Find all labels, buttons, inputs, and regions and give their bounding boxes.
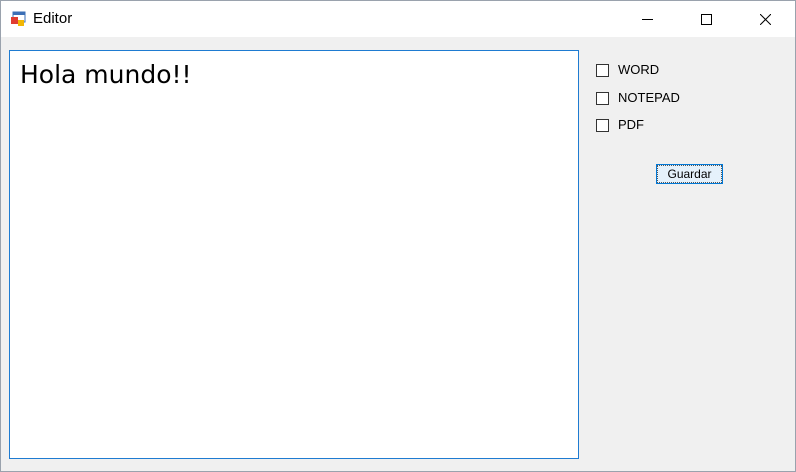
notepad-checkbox[interactable] [596,91,609,105]
pdf-checkbox-label[interactable]: PDF [618,116,644,134]
editor-textarea[interactable]: Hola mundo!! [9,50,579,459]
word-checkbox-label[interactable]: WORD [618,61,659,79]
close-icon [759,13,771,25]
close-button[interactable] [736,1,794,37]
minimize-icon [641,14,653,25]
maximize-icon [700,13,712,25]
pdf-checkbox-option[interactable]: PDF [596,116,644,134]
notepad-checkbox-label[interactable]: NOTEPAD [618,89,680,107]
word-checkbox[interactable] [596,63,609,77]
save-button[interactable]: Guardar [656,164,723,184]
window-title: Editor [33,10,73,27]
editor-window: Editor Hola mundo!! WORD NOTEPAD PDF Gua… [0,0,796,472]
notepad-checkbox-option[interactable]: NOTEPAD [596,89,680,107]
app-form-icon[interactable] [10,11,26,27]
minimize-button[interactable] [618,1,676,37]
pdf-checkbox[interactable] [596,118,609,132]
maximize-button[interactable] [677,1,735,37]
word-checkbox-option[interactable]: WORD [596,61,659,79]
save-button-label: Guardar [657,165,722,183]
title-bar[interactable]: Editor [1,1,795,37]
